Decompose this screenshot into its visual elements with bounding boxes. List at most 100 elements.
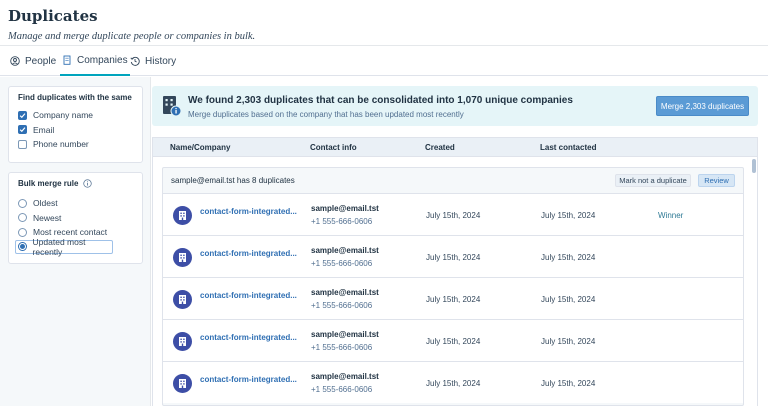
contact-email: sample@email.tst bbox=[311, 246, 379, 255]
created-date: July 15th, 2024 bbox=[426, 295, 481, 304]
last-contacted-date: July 15th, 2024 bbox=[541, 337, 596, 346]
company-icon bbox=[173, 374, 192, 393]
company-name-link[interactable]: contact-form-integrated... bbox=[200, 333, 297, 342]
banner-subtitle: Merge duplicates based on the company th… bbox=[188, 110, 464, 119]
contact-email: sample@email.tst bbox=[311, 372, 379, 381]
company-name-link[interactable]: contact-form-integrated... bbox=[200, 207, 297, 216]
contact-email: sample@email.tst bbox=[311, 330, 379, 339]
column-created: Created bbox=[425, 143, 455, 152]
criteria-company-name[interactable]: Company name bbox=[18, 108, 133, 123]
checkbox-phone-number[interactable] bbox=[18, 139, 27, 149]
table-row: contact-form-integrated... sample@email.… bbox=[163, 235, 743, 277]
criteria-email-label: Email bbox=[33, 124, 55, 135]
radio-most-recent-contact[interactable] bbox=[18, 227, 27, 237]
criteria-email[interactable]: Email bbox=[18, 123, 133, 138]
tab-bar: People Companies History bbox=[0, 46, 768, 76]
created-date: July 15th, 2024 bbox=[426, 253, 481, 262]
company-icon bbox=[173, 206, 192, 225]
page-title: Duplicates bbox=[8, 7, 98, 25]
rule-newest[interactable]: Newest bbox=[18, 211, 133, 226]
rule-oldest[interactable]: Oldest bbox=[18, 196, 133, 211]
contact-email: sample@email.tst bbox=[311, 204, 379, 213]
merge-all-button[interactable]: Merge 2,303 duplicates bbox=[656, 96, 749, 116]
table-row: contact-form-integrated... sample@email.… bbox=[163, 319, 743, 361]
contact-email: sample@email.tst bbox=[311, 288, 379, 297]
person-icon bbox=[10, 56, 20, 66]
contact-phone: +1 555-666-0606 bbox=[311, 259, 373, 268]
merge-rule-title: Bulk merge rule bbox=[18, 179, 79, 188]
rule-updated-most-recently[interactable]: Updated most recently bbox=[15, 236, 113, 257]
created-date: July 15th, 2024 bbox=[426, 211, 481, 220]
review-button[interactable]: Review bbox=[698, 174, 735, 187]
duplicates-summary-banner: We found 2,303 duplicates that can be co… bbox=[152, 86, 758, 126]
building-icon bbox=[63, 55, 71, 65]
duplicate-group: sample@email.tst has 8 duplicates Mark n… bbox=[162, 167, 744, 406]
column-name-company: Name/Company bbox=[170, 143, 231, 152]
company-icon bbox=[173, 290, 192, 309]
criteria-company-name-label: Company name bbox=[33, 110, 94, 121]
building-icon bbox=[179, 295, 186, 304]
company-icon bbox=[173, 332, 192, 351]
radio-oldest[interactable] bbox=[18, 198, 27, 208]
tab-companies-label: Companies bbox=[77, 54, 128, 66]
tab-history-label: History bbox=[145, 55, 177, 67]
table-row: contact-form-integrated... sample@email.… bbox=[163, 361, 743, 403]
page-subtitle: Manage and merge duplicate people or com… bbox=[8, 31, 256, 42]
building-icon bbox=[179, 337, 186, 346]
company-name-link[interactable]: contact-form-integrated... bbox=[200, 291, 297, 300]
rule-oldest-label: Oldest bbox=[33, 198, 58, 209]
history-icon bbox=[130, 56, 140, 66]
contact-phone: +1 555-666-0606 bbox=[311, 385, 373, 394]
created-date: July 15th, 2024 bbox=[426, 379, 481, 388]
building-icon bbox=[179, 253, 186, 262]
company-name-link[interactable]: contact-form-integrated... bbox=[200, 375, 297, 384]
contact-phone: +1 555-666-0606 bbox=[311, 343, 373, 352]
criteria-phone-number-label: Phone number bbox=[33, 139, 89, 150]
contact-phone: +1 555-666-0606 bbox=[311, 301, 373, 310]
duplicate-group-title: sample@email.tst has 8 duplicates bbox=[171, 176, 295, 185]
column-last-contacted: Last contacted bbox=[540, 143, 597, 152]
building-icon bbox=[179, 379, 186, 388]
table-scrollbar[interactable] bbox=[751, 157, 757, 406]
check-icon bbox=[19, 112, 26, 118]
last-contacted-date: July 15th, 2024 bbox=[541, 379, 596, 388]
table-header: Name/Company Contact info Created Last c… bbox=[152, 137, 758, 157]
company-name-link[interactable]: contact-form-integrated... bbox=[200, 249, 297, 258]
winner-badge: Winner bbox=[658, 211, 684, 220]
duplicate-group-header: sample@email.tst has 8 duplicates Mark n… bbox=[163, 168, 743, 193]
scrollbar-thumb[interactable] bbox=[752, 159, 756, 173]
check-icon bbox=[19, 127, 26, 133]
tab-people-label: People bbox=[25, 55, 57, 67]
tab-history[interactable]: History bbox=[130, 46, 176, 76]
last-contacted-date: July 15th, 2024 bbox=[541, 295, 596, 304]
mark-not-duplicate-button[interactable]: Mark not a duplicate bbox=[615, 174, 691, 187]
tab-people[interactable]: People bbox=[10, 46, 56, 76]
table-row: contact-form-integrated... sample@email.… bbox=[163, 277, 743, 319]
created-date: July 15th, 2024 bbox=[426, 337, 481, 346]
page-header: Duplicates Manage and merge duplicate pe… bbox=[0, 0, 768, 46]
radio-newest[interactable] bbox=[18, 213, 27, 223]
last-contacted-date: July 15th, 2024 bbox=[541, 253, 596, 262]
tab-companies[interactable]: Companies bbox=[60, 46, 130, 76]
table-row: contact-form-integrated... sample@email.… bbox=[163, 193, 743, 235]
info-icon[interactable] bbox=[83, 179, 93, 188]
merge-rule-title-row: Bulk merge rule bbox=[18, 179, 133, 188]
building-icon bbox=[179, 211, 186, 220]
criteria-title: Find duplicates with the same bbox=[18, 93, 132, 102]
rule-newest-label: Newest bbox=[33, 212, 62, 223]
checkbox-company-name[interactable] bbox=[18, 110, 27, 120]
checkbox-email[interactable] bbox=[18, 125, 27, 135]
merge-rule-panel: Bulk merge rule Oldest Newest Most recen… bbox=[8, 172, 143, 264]
last-contacted-date: July 15th, 2024 bbox=[541, 211, 596, 220]
column-contact-info: Contact info bbox=[310, 143, 357, 152]
rule-updated-most-recently-label: Updated most recently bbox=[32, 236, 86, 257]
radio-updated-most-recently[interactable] bbox=[18, 242, 27, 252]
banner-title: We found 2,303 duplicates that can be co… bbox=[188, 95, 573, 106]
criteria-phone-number[interactable]: Phone number bbox=[18, 137, 133, 152]
rule-most-recent-contact-label: Most recent contact bbox=[33, 227, 108, 238]
table-body: sample@email.tst has 8 duplicates Mark n… bbox=[152, 157, 758, 406]
duplicate-criteria-panel: Find duplicates with the same Company na… bbox=[8, 86, 143, 163]
company-duplicates-icon bbox=[163, 96, 182, 117]
company-icon bbox=[173, 248, 192, 267]
contact-phone: +1 555-666-0606 bbox=[311, 217, 373, 226]
